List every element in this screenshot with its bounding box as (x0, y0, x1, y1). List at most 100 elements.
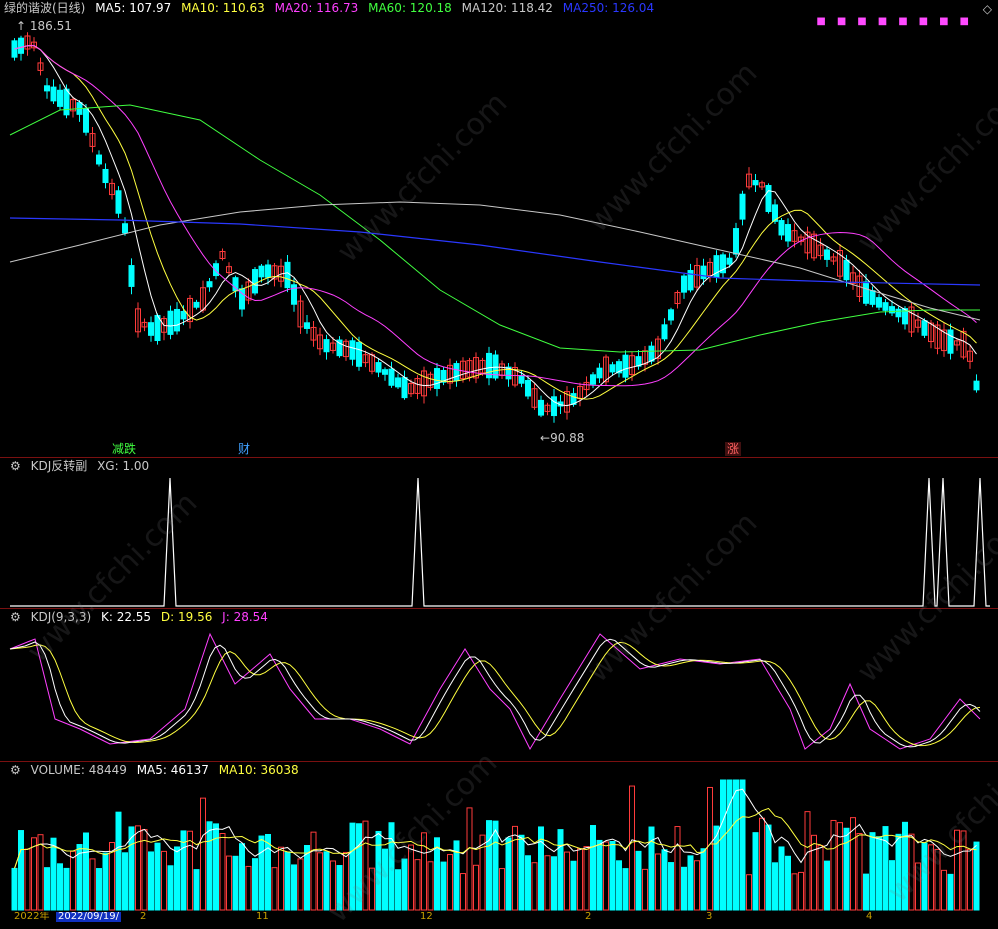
volume-bar (18, 830, 24, 911)
candle-body (947, 329, 954, 354)
volume-bar (135, 825, 141, 911)
candle-body (252, 269, 258, 294)
volume-bar (96, 868, 102, 911)
volume-bar (830, 819, 837, 911)
candle-body (726, 257, 733, 265)
volume-bar (720, 779, 726, 911)
kdj-chart (9, 632, 981, 751)
candle-body (44, 85, 50, 92)
candle-body (733, 228, 739, 255)
volume-bar (278, 846, 284, 911)
volume-bar (37, 834, 44, 911)
volume-bar (570, 860, 577, 911)
volume-bar (856, 833, 863, 911)
candle-body (453, 363, 460, 381)
candle-body (648, 345, 655, 362)
tag-jiandie: 减跌 (112, 442, 137, 456)
volume-bar (83, 832, 89, 911)
volume-bar (629, 785, 635, 911)
candle-body (154, 314, 161, 342)
ma60-line (9, 104, 980, 353)
volume-bar (141, 829, 148, 911)
volume-bar (200, 797, 206, 911)
candle-body (323, 339, 330, 353)
volume-bar (122, 852, 128, 911)
volume-bar (206, 821, 213, 911)
volume-bar (811, 834, 817, 911)
volume-bar (661, 849, 668, 911)
kdj-panel[interactable]: ⚙ KDJ(9,3,3) K: 22.55 D: 19.56 J: 28.54 (0, 609, 998, 761)
volume-bar (707, 786, 713, 911)
volume-bar (635, 850, 642, 911)
kdj-j-line (9, 632, 981, 751)
volume-bar (284, 851, 291, 911)
volume-bar (876, 836, 882, 911)
volume-bar (245, 865, 252, 911)
candle-body (148, 322, 154, 336)
volume-bar (258, 835, 265, 911)
volume-bar (44, 867, 50, 911)
volume-chart (11, 779, 980, 911)
volume-bar (642, 868, 648, 911)
volume-bar (739, 779, 746, 911)
low-price-label: ←90.88 (540, 431, 585, 445)
date-selected[interactable]: 2022/09/19/ (56, 912, 122, 922)
candle-body (869, 290, 876, 305)
high-price-label: ↑ 186.51 (16, 19, 72, 33)
volume-bar (609, 841, 616, 911)
volume-bar (460, 873, 466, 911)
volume-bar (492, 820, 499, 911)
candle-body (700, 265, 707, 280)
candle-body (115, 190, 122, 214)
candle-body (824, 249, 830, 260)
candle-body (752, 180, 759, 186)
candle-body (18, 37, 24, 54)
candle-body (843, 259, 850, 281)
candle-body (83, 108, 89, 133)
candle-body (63, 88, 70, 116)
price-chart[interactable] (0, 0, 998, 457)
candle-body (128, 265, 135, 287)
volume-bar (70, 850, 76, 911)
date-left: 2022年 (14, 912, 50, 922)
volume-bar (674, 826, 681, 911)
volume-bar (174, 846, 180, 911)
candle-body (895, 308, 902, 318)
volume-bar (733, 779, 739, 911)
volume-bar (564, 851, 570, 911)
volume-bar (232, 855, 239, 911)
tick-3: 2 (585, 912, 592, 922)
volume-panel[interactable]: ⚙ VOLUME: 48449 MA5: 46137 MA10: 36038 2… (0, 762, 998, 922)
candle-body (551, 396, 557, 417)
volume-bar (798, 871, 804, 911)
candle-body (609, 364, 616, 373)
volume-bar (687, 855, 694, 911)
candle-body (193, 301, 200, 308)
volume-bar (863, 873, 869, 911)
tick-4: 3 (706, 912, 713, 922)
price-panel[interactable]: 绿的谐波(日线) MA5: 107.97 MA10: 110.63 MA20: … (0, 0, 998, 457)
tick-1: 11 (256, 912, 269, 922)
candle-body (102, 168, 109, 184)
candle-body (174, 308, 180, 332)
volume-bar (440, 861, 447, 911)
candle-body (375, 362, 382, 373)
volume-bar (167, 865, 174, 911)
candle-body (180, 311, 187, 320)
kdj-k-line (9, 638, 981, 748)
volume-bar (187, 830, 193, 911)
volume-bar (24, 848, 31, 911)
volume-bar (668, 862, 674, 911)
volume-bar (791, 873, 798, 911)
volume-bar (447, 854, 453, 911)
candle-body (122, 223, 128, 234)
volume-bar (941, 869, 947, 911)
tick-2: 12 (420, 912, 433, 922)
volume-bar (427, 861, 434, 911)
volume-bar (213, 823, 219, 911)
volume-bar (596, 839, 603, 911)
candle-body (973, 380, 980, 391)
candle-body (778, 220, 785, 236)
candle-body (668, 309, 674, 321)
volume-bar (310, 831, 317, 911)
